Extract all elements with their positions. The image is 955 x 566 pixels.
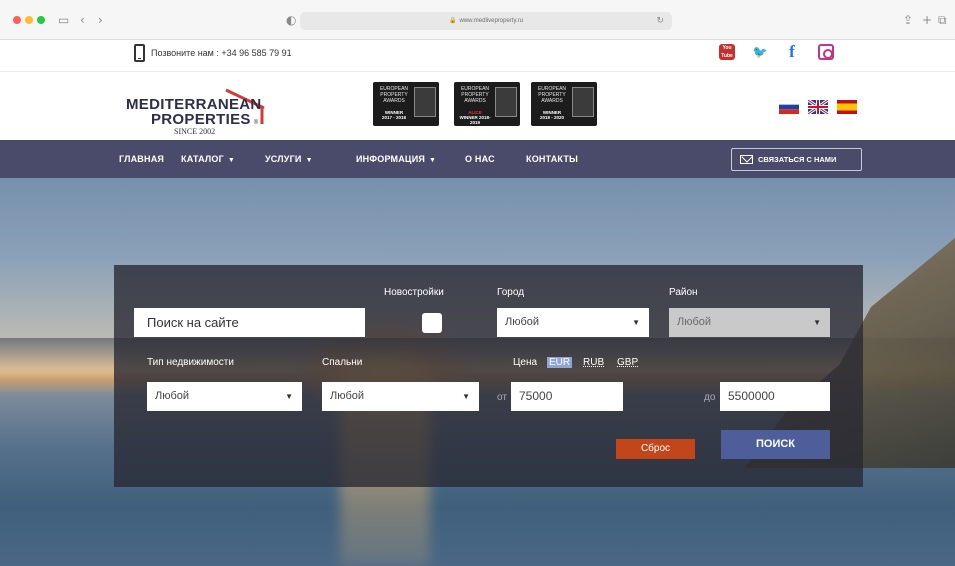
browser-toolbar: ▭ ‹ › ◐ 🔒 www.medliveproperty.ru ↻ ⇪ + ⧉ [0, 0, 955, 40]
bedrooms-label: Спальни [322, 357, 363, 368]
price-from-input[interactable]: 75000 [511, 382, 623, 411]
chevron-down-icon: ▼ [305, 157, 313, 164]
currency-rub[interactable]: RUB [583, 357, 604, 368]
forward-arrow-icon[interactable]: › [98, 11, 103, 29]
district-select[interactable]: Любой ▼ [669, 308, 830, 337]
url-text: www.medliveproperty.ru [459, 18, 524, 24]
youtube-icon[interactable]: You Tube [719, 44, 735, 60]
reset-button[interactable]: Сброс [616, 439, 695, 459]
reload-icon[interactable]: ↻ [656, 12, 664, 30]
award-badge-2018: EUROPEAN PROPERTY AWARDS ALICE WINNER 201… [454, 82, 520, 126]
back-arrow-icon[interactable]: ‹ [80, 11, 85, 29]
bedrooms-select[interactable]: Любой ▼ [322, 382, 479, 411]
uk-flag-icon[interactable] [808, 100, 828, 114]
chevron-down-icon: ▼ [462, 392, 470, 401]
main-navigation: ГЛАВНАЯ КАТАЛОГ ▼ УСЛУГИ ▼ ИНФОРМАЦИЯ ▼ О Н… [0, 140, 955, 178]
award-emblem-icon [572, 87, 594, 117]
russian-flag-icon[interactable] [779, 100, 799, 114]
nav-item-contacts[interactable]: КОНТАКТЫ [526, 154, 578, 164]
chevron-down-icon: ▼ [227, 157, 236, 164]
award-emblem-icon [414, 87, 436, 117]
twitter-icon[interactable]: 🐦 [752, 44, 768, 60]
city-select[interactable]: Любой ▼ [497, 308, 649, 337]
facebook-icon[interactable]: f [784, 43, 800, 60]
property-search-panel: Новостройки Город Район Поиск на сайте Л… [114, 265, 863, 487]
price-to-input[interactable]: 5500000 [720, 382, 830, 411]
chevron-down-icon: ▼ [285, 392, 293, 401]
lock-icon: 🔒 [448, 18, 457, 24]
contact-topbar: Позвоните нам : +34 96 585 79 91 You Tub… [0, 40, 955, 72]
site-search-input[interactable]: Поиск на сайте [134, 308, 365, 337]
envelope-icon [740, 155, 753, 164]
new-builds-checkbox[interactable] [422, 313, 442, 333]
chevron-down-icon: ▼ [632, 318, 640, 327]
nav-item-information[interactable]: ИНФОРМАЦИЯ ▼ [356, 154, 436, 164]
district-label: Район [669, 287, 698, 298]
price-from-prefix: от [497, 392, 507, 403]
city-label: Город [497, 287, 525, 298]
instagram-icon[interactable] [818, 44, 834, 60]
nav-item-services[interactable]: УСЛУГИ ▼ [265, 154, 313, 164]
currency-gbp[interactable]: GBP [617, 357, 638, 368]
logo-since: SINCE 2002 [174, 127, 216, 136]
phone-number[interactable]: Позвоните нам : +34 96 585 79 91 [151, 48, 292, 58]
nav-item-catalog[interactable]: КАТАЛОГ ▼ [181, 154, 235, 164]
price-to-prefix: до [704, 392, 716, 403]
property-type-label: Тип недвижимости [147, 357, 234, 368]
property-type-select[interactable]: Любой ▼ [147, 382, 302, 411]
award-badge-2017: EUROPEAN PROPERTY AWARDS WINNER 2017 - 20… [373, 82, 439, 126]
privacy-shield-icon[interactable]: ◐ [286, 11, 296, 29]
nav-item-about[interactable]: О НАС [465, 154, 495, 164]
nav-item-home[interactable]: ГЛАВНАЯ [119, 154, 164, 164]
search-button[interactable]: ПОИСК [721, 430, 830, 459]
maximize-window-button[interactable] [37, 16, 45, 24]
sidebar-toggle-icon[interactable]: ▭ [58, 11, 69, 29]
tab-overview-icon[interactable]: ⧉ [938, 11, 947, 29]
logo-title-line2: PROPERTIES ® [151, 111, 259, 128]
award-badge-2019: EUROPEAN PROPERTY AWARDS WINNER 2019 - 20… [531, 82, 597, 126]
award-emblem-icon [495, 87, 517, 117]
price-label: Цена [513, 357, 538, 368]
chevron-down-icon: ▼ [813, 318, 821, 327]
contact-us-button[interactable]: СВЯЗАТЬСЯ С НАМИ [731, 148, 862, 171]
spanish-flag-icon[interactable] [837, 100, 857, 114]
new-tab-icon[interactable]: + [922, 11, 932, 29]
chevron-down-icon: ▼ [429, 157, 437, 164]
share-icon[interactable]: ⇪ [903, 11, 913, 29]
site-logo[interactable]: MEDITERRANEAN PROPERTIES ® SINCE 2002 [126, 78, 271, 136]
phone-icon [134, 44, 145, 62]
minimize-window-button[interactable] [25, 16, 33, 24]
address-bar[interactable]: 🔒 www.medliveproperty.ru ↻ [300, 12, 672, 30]
currency-eur[interactable]: EUR [547, 357, 573, 368]
new-builds-label: Новостройки [384, 287, 444, 298]
site-header: MEDITERRANEAN PROPERTIES ® SINCE 2002 EUR… [0, 72, 955, 140]
close-window-button[interactable] [13, 16, 21, 24]
